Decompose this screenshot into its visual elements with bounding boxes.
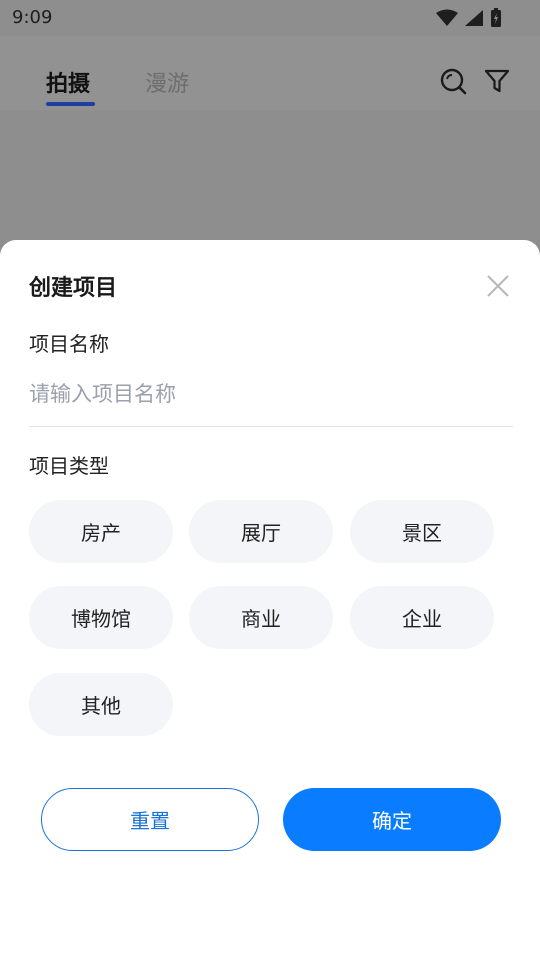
signal-icon	[465, 10, 483, 26]
active-tab-indicator	[46, 102, 95, 106]
close-icon[interactable]	[484, 272, 512, 300]
search-icon[interactable]	[439, 67, 467, 95]
tab-roam[interactable]: 漫游	[145, 66, 189, 98]
status-time: 9:09	[12, 7, 53, 28]
project-type-label: 项目类型	[29, 454, 109, 478]
confirm-button[interactable]: 确定	[283, 788, 501, 851]
divider	[29, 426, 513, 427]
reset-button[interactable]: 重置	[41, 788, 259, 851]
type-chip-real-estate[interactable]: 房产	[29, 500, 173, 563]
project-name-input[interactable]	[29, 374, 513, 414]
type-chip-other[interactable]: 其他	[29, 673, 173, 736]
tab-shoot[interactable]: 拍摄	[46, 66, 90, 98]
sheet-title: 创建项目	[29, 276, 118, 301]
type-chip-exhibition-hall[interactable]: 展厅	[189, 500, 333, 563]
status-icons	[436, 8, 502, 28]
type-chip-museum[interactable]: 博物馆	[29, 586, 173, 649]
status-bar: 9:09	[0, 0, 540, 36]
type-chip-enterprise[interactable]: 企业	[350, 586, 494, 649]
project-name-label: 项目名称	[29, 332, 109, 356]
type-chip-scenic-area[interactable]: 景区	[350, 500, 494, 563]
app-header: 拍摄 漫游	[0, 36, 540, 110]
type-chip-commercial[interactable]: 商业	[189, 586, 333, 649]
wifi-icon	[436, 9, 458, 26]
battery-icon	[491, 8, 501, 27]
create-project-sheet: 创建项目 项目名称 项目类型 房产 展厅 景区 博物馆 商业 企业 其他 重置 …	[0, 240, 540, 960]
filter-icon[interactable]	[483, 67, 511, 95]
